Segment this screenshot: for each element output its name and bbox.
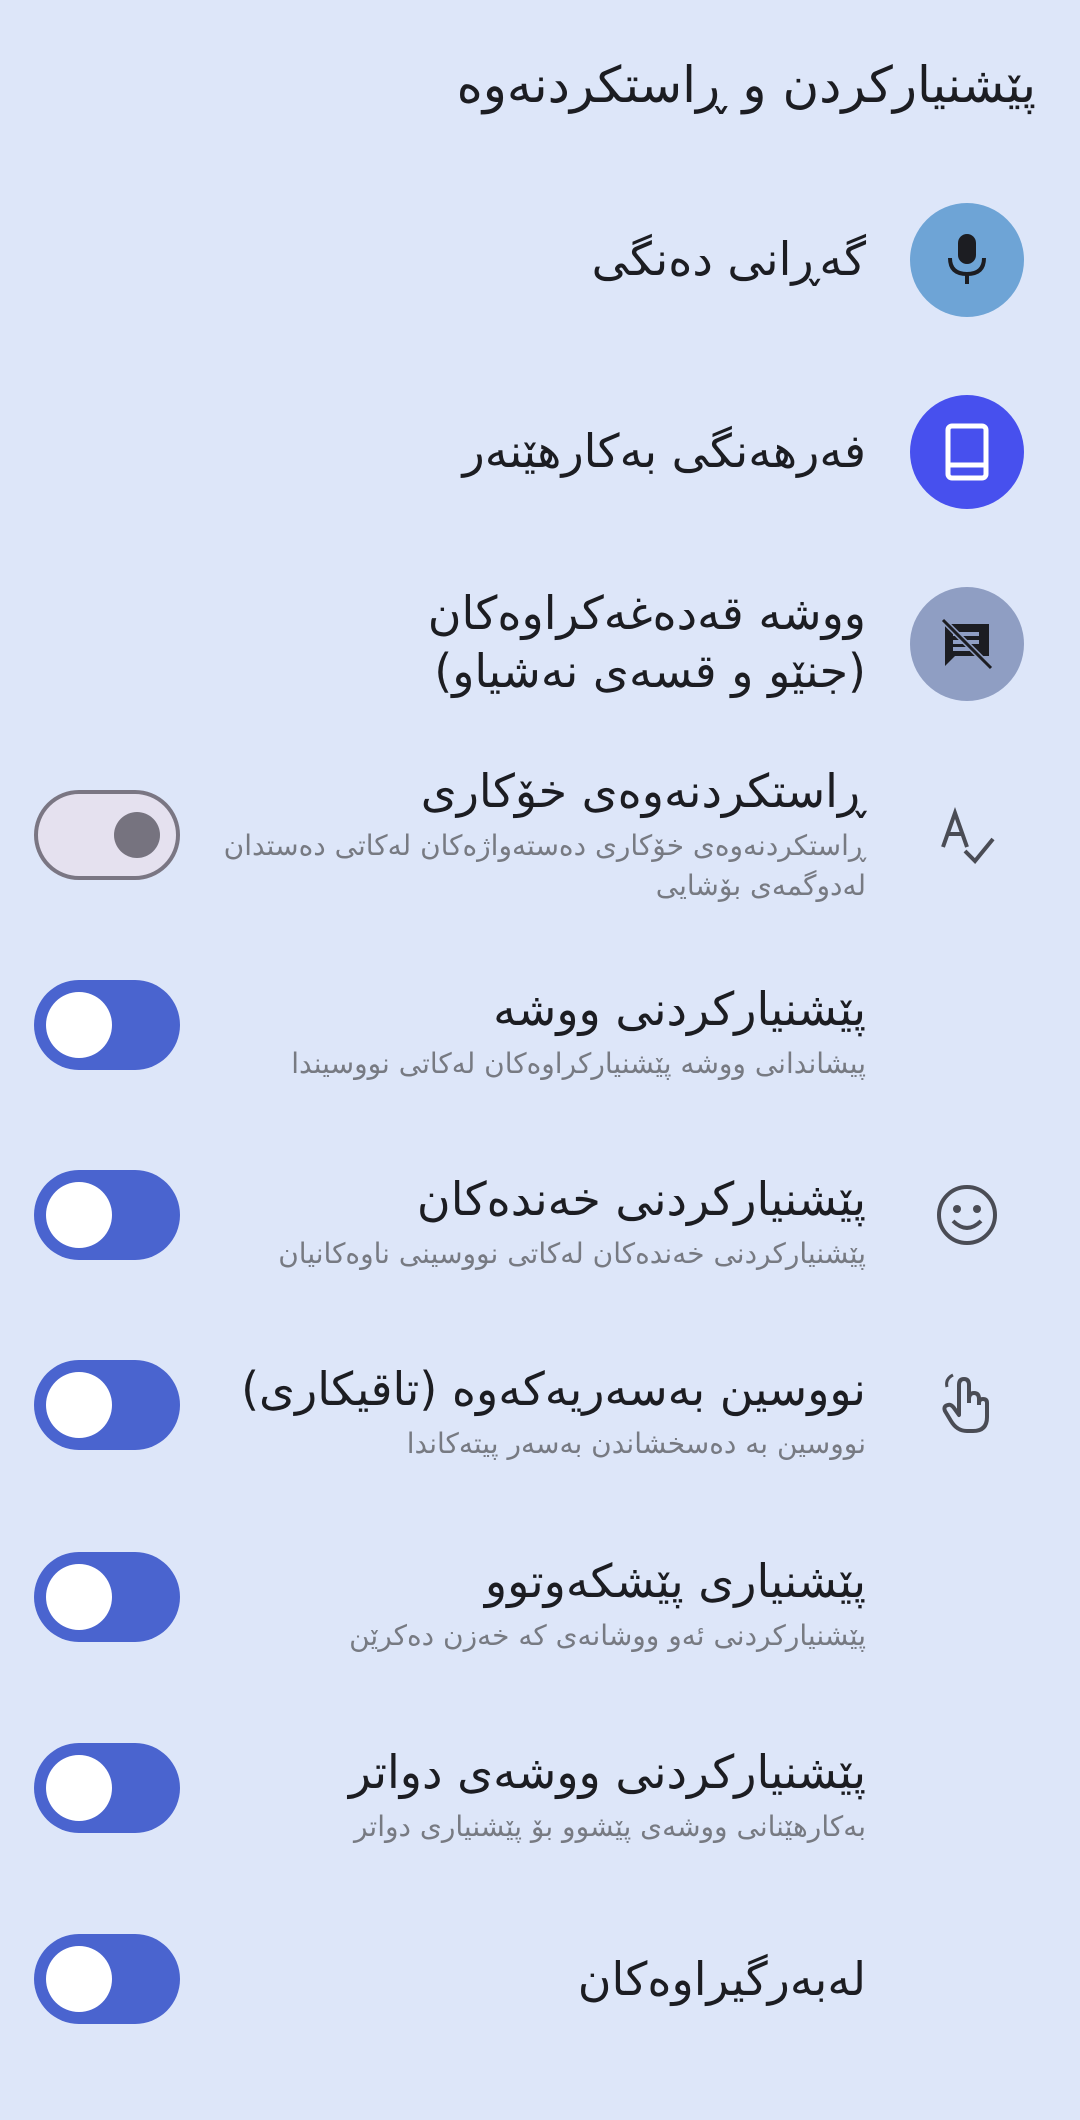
setting-autocorrect[interactable]: ڕاستکردنەوەی خۆکاری ڕاستکردنەوەی خۆکاری …	[0, 760, 1080, 910]
setting-advanced-suggestions[interactable]: پێشنیاری پێشکەوتوو پێشنیارکردنی ئەو ووشا…	[0, 1552, 1080, 1662]
toggle-knob	[46, 1182, 112, 1248]
autocorrect-toggle[interactable]	[34, 790, 180, 880]
setting-subtitle: نووسین بە دەسخشاندن بەسەر پیتەکاندا	[406, 1427, 866, 1460]
toggle-knob	[46, 1564, 112, 1630]
setting-title: پێشنیاری پێشکەوتوو	[484, 1554, 866, 1608]
clipboard-toggle[interactable]	[34, 1934, 180, 2024]
setting-subtitle-line1: ڕاستکردنەوەی خۆکاری دەستەواژەکان لەکاتی …	[223, 829, 866, 862]
smiley-icon	[910, 1158, 1024, 1272]
toggle-knob	[46, 1372, 112, 1438]
setting-subtitle-line2: لەدوگمەی بۆشایی	[655, 869, 866, 902]
setting-emoji-suggestions[interactable]: پێشنیارکردنی خەندەکان پێشنیارکردنی خەندە…	[0, 1170, 1080, 1280]
toggle-knob	[46, 1755, 112, 1821]
setting-title: فەرهەنگی بەکارهێنەر	[462, 424, 866, 478]
setting-title: پێشنیارکردنی ووشە	[493, 982, 866, 1036]
swipe-hand-icon	[910, 1348, 1024, 1462]
setting-blocked-words[interactable]: ووشە قەدەغەکراوەکان (جنێو و قسەی نەشیاو)	[0, 584, 1080, 704]
spellcheck-icon	[910, 780, 1024, 894]
setting-title-line2: (جنێو و قسەی نەشیاو)	[434, 644, 866, 698]
word-suggestions-toggle[interactable]	[34, 980, 180, 1070]
setting-voice-search[interactable]: گەڕانی دەنگی	[0, 200, 1080, 320]
advanced-suggestions-toggle[interactable]	[34, 1552, 180, 1642]
emoji-suggestions-toggle[interactable]	[34, 1170, 180, 1260]
setting-title: نووسین بەسەریەکەوە (تاقیکاری)	[241, 1362, 866, 1416]
setting-subtitle: پێشنیارکردنی ئەو ووشانەی کە خەزن دەکرێن	[349, 1619, 866, 1652]
dictionary-book-icon	[910, 395, 1024, 509]
setting-title: پێشنیارکردنی ووشەی دواتر	[348, 1745, 866, 1799]
setting-user-dictionary[interactable]: فەرهەنگی بەکارهێنەر	[0, 392, 1080, 512]
setting-next-word-suggestions[interactable]: پێشنیارکردنی ووشەی دواتر بەکارهێنانی ووش…	[0, 1743, 1080, 1853]
setting-clipboard[interactable]: لەبەرگیراوەکان	[0, 1934, 1080, 2044]
toggle-knob	[46, 1946, 112, 2012]
microphone-icon	[910, 203, 1024, 317]
setting-subtitle: بەکارهێنانی ووشەی پێشوو بۆ پێشنیاری دوات…	[353, 1810, 866, 1843]
page-title: پێشنیارکردن و ڕاستکردنەوە	[456, 56, 1036, 114]
setting-word-suggestions[interactable]: پێشنیارکردنی ووشە پیشاندانی ووشە پێشنیار…	[0, 980, 1080, 1090]
setting-title: لەبەرگیراوەکان	[577, 1952, 866, 2006]
toggle-knob	[46, 992, 112, 1058]
setting-subtitle: پیشاندانی ووشە پێشنیارکراوەکان لەکاتی نو…	[291, 1047, 866, 1080]
setting-title-line1: ووشە قەدەغەکراوەکان	[427, 586, 866, 640]
gesture-typing-toggle[interactable]	[34, 1360, 180, 1450]
toggle-knob	[114, 812, 160, 858]
blocked-words-icon	[910, 587, 1024, 701]
settings-screen: پێشنیارکردن و ڕاستکردنەوە گەڕانی دەنگی ف…	[0, 0, 1080, 2120]
setting-title: گەڕانی دەنگی	[591, 232, 866, 286]
setting-title: ڕاستکردنەوەی خۆکاری	[420, 764, 866, 818]
next-word-suggestions-toggle[interactable]	[34, 1743, 180, 1833]
setting-title: پێشنیارکردنی خەندەکان	[416, 1172, 866, 1226]
setting-gesture-typing[interactable]: نووسین بەسەریەکەوە (تاقیکاری) نووسین بە …	[0, 1360, 1080, 1470]
setting-subtitle: پێشنیارکردنی خەندەکان لەکاتی نووسینی ناو…	[278, 1237, 866, 1270]
